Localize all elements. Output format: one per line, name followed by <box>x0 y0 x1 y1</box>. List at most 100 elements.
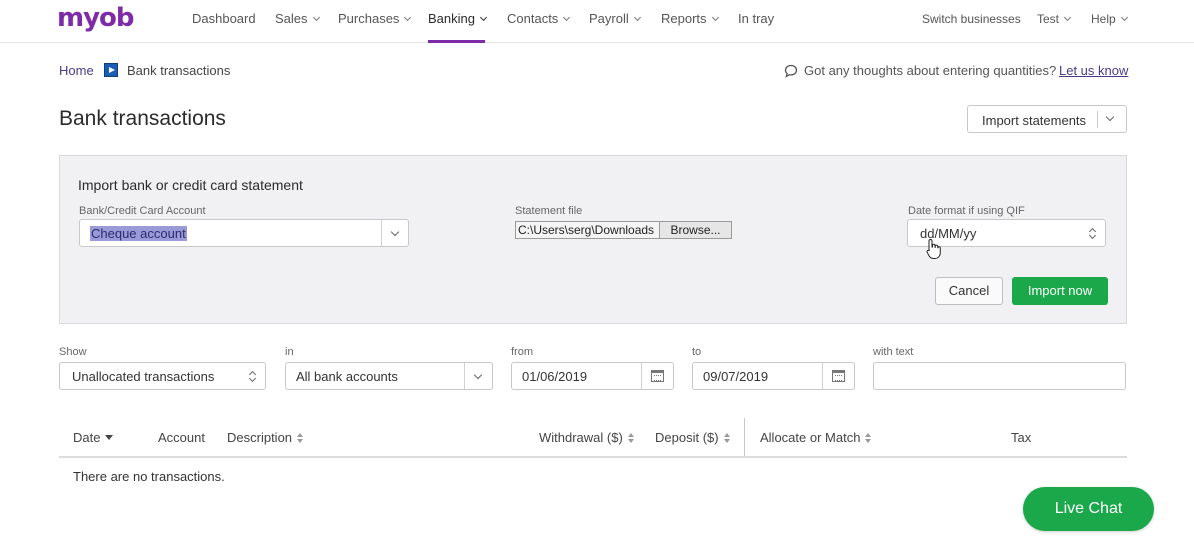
in-filter-label: in <box>285 346 294 358</box>
to-date-label: to <box>692 346 702 358</box>
feedback-prompt: Got any thoughts about entering quantiti… <box>804 63 1057 78</box>
from-date-value: 01/06/2019 <box>522 369 588 384</box>
column-date-label: Date <box>73 430 101 445</box>
speech-bubble-icon <box>784 64 798 78</box>
chevron-down-icon <box>390 227 400 237</box>
column-account-label: Account <box>158 430 205 445</box>
nav-contacts-label: Contacts <box>507 11 559 26</box>
account-filter-select[interactable]: All bank accounts <box>285 362 493 390</box>
column-deposit[interactable]: Deposit ($) <box>655 430 730 445</box>
statement-file-input[interactable]: C:\Users\serg\Downloads Browse... <box>515 221 732 239</box>
chevron-down-icon <box>479 13 488 22</box>
switch-businesses-label: Switch businesses <box>922 12 1021 26</box>
column-date[interactable]: Date <box>73 430 114 445</box>
nav-help[interactable]: Help <box>1091 12 1128 26</box>
nav-dashboard-label: Dashboard <box>192 11 256 26</box>
chevron-down-icon <box>633 13 641 22</box>
from-date-input[interactable]: 01/06/2019 <box>511 362 674 390</box>
import-statements-label: Import statements <box>982 113 1087 128</box>
column-allocate-or-match[interactable]: Allocate or Match <box>760 430 872 445</box>
from-date-label: from <box>511 346 533 358</box>
top-navigation: myob Dashboard Sales Purchases Banking C… <box>0 0 1194 43</box>
date-format-label: Date format if using QIF <box>908 205 1025 217</box>
chevron-down-icon <box>312 13 320 22</box>
calendar-icon[interactable] <box>651 370 664 382</box>
calendar-icon[interactable] <box>832 370 845 382</box>
account-field-label: Bank/Credit Card Account <box>79 205 206 217</box>
sort-descending-icon <box>105 435 114 440</box>
nav-contacts[interactable]: Contacts <box>507 11 571 26</box>
to-date-input[interactable]: 09/07/2019 <box>692 362 855 390</box>
up-down-arrows-icon <box>1089 228 1097 240</box>
breadcrumb-arrow-icon <box>104 63 118 77</box>
sort-icon <box>627 433 634 443</box>
import-panel-title: Import bank or credit card statement <box>78 177 303 193</box>
column-tax-label: Tax <box>1011 430 1032 445</box>
nav-switch-businesses[interactable]: Switch businesses <box>922 12 1021 26</box>
nav-reports[interactable]: Reports <box>661 11 719 26</box>
statement-file-label: Statement file <box>515 205 583 217</box>
nav-purchases-label: Purchases <box>338 11 400 26</box>
help-label: Help <box>1091 12 1116 26</box>
nav-payroll[interactable]: Payroll <box>589 11 641 26</box>
import-statements-button[interactable]: Import statements <box>967 105 1127 133</box>
statement-file-path: C:\Users\serg\Downloads <box>518 223 655 237</box>
feedback-link[interactable]: Let us know <box>1059 63 1128 78</box>
text-filter-label: with text <box>873 346 914 358</box>
input-divider <box>641 363 642 389</box>
show-filter-select[interactable]: Unallocated transactions <box>59 362 266 390</box>
column-account: Account <box>158 430 205 445</box>
live-chat-button[interactable]: Live Chat <box>1023 487 1154 531</box>
column-divider <box>744 418 745 456</box>
column-tax: Tax <box>1011 430 1031 445</box>
chevron-down-icon[interactable] <box>1105 112 1115 122</box>
sort-icon <box>723 433 730 443</box>
import-now-button[interactable]: Import now <box>1012 277 1108 305</box>
up-down-arrows-icon <box>249 371 257 383</box>
text-filter-input[interactable] <box>873 362 1126 390</box>
page-title: Bank transactions <box>59 107 226 130</box>
nav-in-tray[interactable]: In tray <box>738 11 774 26</box>
select-divider <box>381 220 382 246</box>
column-description[interactable]: Description <box>227 430 304 445</box>
column-withdrawal-label: Withdrawal ($) <box>539 430 623 445</box>
cancel-button[interactable]: Cancel <box>935 277 1003 305</box>
table-header-rule <box>59 456 1127 458</box>
chevron-down-icon <box>563 13 571 22</box>
show-filter-value: Unallocated transactions <box>72 369 215 384</box>
account-select[interactable]: Cheque account <box>79 219 409 247</box>
business-name-label: Test <box>1037 12 1060 26</box>
to-date-value: 09/07/2019 <box>703 369 769 384</box>
select-divider <box>464 363 465 389</box>
chevron-down-icon <box>404 13 412 22</box>
sort-icon <box>865 433 872 443</box>
input-divider <box>822 363 823 389</box>
active-nav-indicator <box>428 40 485 43</box>
chevron-down-icon <box>711 13 719 22</box>
nav-dashboard[interactable]: Dashboard <box>192 11 256 26</box>
nav-purchases[interactable]: Purchases <box>338 11 412 26</box>
account-select-value: Cheque account <box>90 226 187 241</box>
nav-business-test[interactable]: Test <box>1037 12 1072 26</box>
column-deposit-label: Deposit ($) <box>655 430 719 445</box>
browse-button[interactable]: Browse... <box>659 221 732 239</box>
split-divider <box>1097 111 1098 128</box>
nav-payroll-label: Payroll <box>589 11 629 26</box>
column-withdrawal[interactable]: Withdrawal ($) <box>539 430 634 445</box>
empty-table-message: There are no transactions. <box>73 469 225 484</box>
nav-reports-label: Reports <box>661 11 707 26</box>
account-filter-value: All bank accounts <box>296 369 398 384</box>
chevron-down-icon <box>473 370 483 380</box>
nav-banking-label: Banking <box>428 11 475 26</box>
column-description-label: Description <box>227 430 293 445</box>
hand-pointer-icon <box>926 238 941 259</box>
chevron-down-icon <box>1120 13 1128 22</box>
nav-banking[interactable]: Banking <box>428 11 488 26</box>
myob-logo[interactable]: myob <box>57 3 135 33</box>
breadcrumb-current: Bank transactions <box>127 63 231 78</box>
nav-sales[interactable]: Sales <box>275 11 320 26</box>
breadcrumb-home[interactable]: Home <box>59 63 94 78</box>
chevron-down-icon <box>1063 13 1072 22</box>
nav-sales-label: Sales <box>275 11 308 26</box>
sort-icon <box>297 433 304 443</box>
